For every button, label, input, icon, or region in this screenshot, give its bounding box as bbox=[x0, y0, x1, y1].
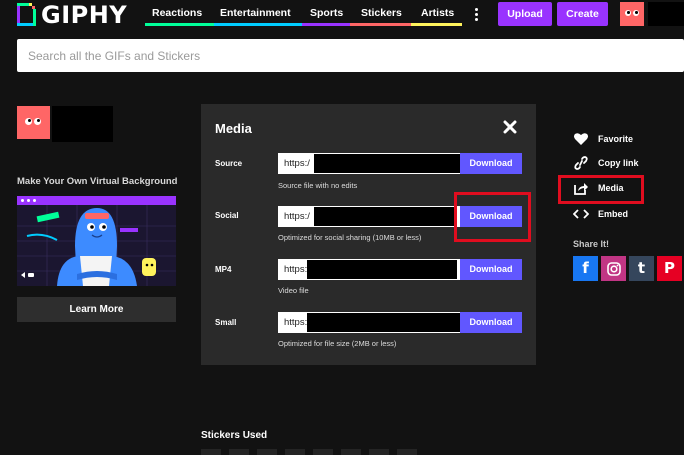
pinterest-icon[interactable]: P bbox=[657, 256, 682, 281]
avatar-eyes-icon bbox=[25, 118, 41, 125]
sticker-thumb[interactable] bbox=[285, 449, 305, 455]
favorite-action[interactable]: Favorite bbox=[573, 132, 633, 146]
facebook-icon[interactable]: f bbox=[573, 256, 598, 281]
embed-label: Embed bbox=[598, 209, 629, 219]
nav-artists-label: Artists bbox=[421, 7, 455, 19]
link-icon bbox=[574, 156, 588, 170]
nav-reactions-underline bbox=[145, 23, 214, 26]
redacted-url bbox=[314, 207, 457, 226]
search-bar[interactable] bbox=[17, 39, 684, 72]
nav-stickers[interactable]: Stickers bbox=[350, 0, 411, 26]
nav-artists[interactable]: Artists bbox=[411, 0, 462, 26]
url-prefix: https:/ bbox=[284, 158, 310, 169]
mp4-download-button[interactable]: Download bbox=[460, 259, 522, 280]
nav-stickers-underline bbox=[350, 23, 411, 26]
copy-link-action[interactable]: Copy link bbox=[573, 156, 639, 170]
promo-title: Make Your Own Virtual Background bbox=[17, 176, 178, 187]
modal-title: Media bbox=[215, 121, 252, 136]
highlight-box bbox=[454, 192, 531, 242]
redacted-url bbox=[307, 260, 457, 279]
mp4-url-field[interactable]: https: bbox=[278, 259, 460, 280]
giphy-logo[interactable]: GIPHY bbox=[17, 2, 135, 28]
sticker-thumb[interactable] bbox=[341, 449, 361, 455]
blue-creature-illustration bbox=[17, 205, 176, 286]
url-prefix: https: bbox=[284, 264, 308, 275]
learn-more-button[interactable]: Learn More bbox=[17, 297, 176, 322]
row-label-mp4: MP4 bbox=[215, 265, 232, 274]
sticker-thumb[interactable] bbox=[201, 449, 221, 455]
nav-reactions[interactable]: Reactions bbox=[145, 0, 214, 26]
sticker-thumb[interactable] bbox=[397, 449, 417, 455]
row-label-social: Social bbox=[215, 211, 239, 220]
url-prefix: https:/ bbox=[284, 211, 310, 222]
create-button[interactable]: Create bbox=[557, 2, 608, 26]
stickers-used-heading: Stickers Used bbox=[201, 430, 268, 441]
favorite-label: Favorite bbox=[598, 134, 634, 144]
close-icon[interactable] bbox=[502, 119, 518, 135]
redacted-url bbox=[307, 313, 460, 332]
code-icon bbox=[573, 209, 589, 219]
nav-artists-underline bbox=[411, 23, 462, 26]
sticker-thumb[interactable] bbox=[313, 449, 333, 455]
instagram-icon[interactable] bbox=[601, 256, 626, 281]
row-label-source: Source bbox=[215, 159, 243, 168]
giphy-logo-icon bbox=[17, 3, 36, 26]
sticker-thumb[interactable] bbox=[257, 449, 277, 455]
redacted-username bbox=[648, 2, 684, 26]
user-avatar[interactable] bbox=[17, 106, 50, 139]
mp4-description: Video file bbox=[278, 286, 309, 295]
virtual-background-image[interactable] bbox=[17, 196, 176, 286]
sticker-thumb[interactable] bbox=[369, 449, 389, 455]
upload-button[interactable]: Upload bbox=[498, 2, 552, 26]
row-label-small: Small bbox=[215, 318, 237, 327]
nav-reactions-label: Reactions bbox=[152, 7, 203, 19]
header-avatar[interactable] bbox=[620, 2, 644, 26]
nav-sports-label: Sports bbox=[310, 7, 344, 19]
instagram-glyph-icon bbox=[606, 261, 621, 276]
share-title: Share It! bbox=[573, 239, 610, 249]
copy-link-label: Copy link bbox=[598, 158, 639, 168]
small-download-button[interactable]: Download bbox=[460, 312, 522, 333]
highlight-box bbox=[558, 175, 644, 204]
top-header: GIPHY Reactions Entertainment Sports Sti… bbox=[0, 0, 684, 30]
media-modal: Media Source https:/ Download Source fil… bbox=[201, 104, 536, 365]
source-description: Source file with no edits bbox=[278, 181, 358, 190]
nav-sports[interactable]: Sports bbox=[302, 0, 350, 26]
small-description: Optimized for file size (2MB or less) bbox=[278, 339, 397, 348]
redacted-user-name bbox=[52, 106, 113, 142]
nav-stickers-label: Stickers bbox=[361, 7, 402, 19]
logo-text: GIPHY bbox=[41, 1, 128, 29]
url-prefix: https: bbox=[284, 317, 308, 328]
embed-action[interactable]: Embed bbox=[573, 207, 628, 221]
kebab-icon[interactable] bbox=[464, 3, 488, 25]
nav-entertainment-label: Entertainment bbox=[220, 7, 291, 19]
nav-entertainment[interactable]: Entertainment bbox=[214, 0, 302, 26]
social-url-field[interactable]: https:/ bbox=[278, 206, 460, 227]
social-description: Optimized for social sharing (10MB or le… bbox=[278, 233, 422, 242]
nav-sports-underline bbox=[302, 23, 350, 26]
small-url-field[interactable]: https: bbox=[278, 312, 460, 333]
avatar-eyes-icon bbox=[625, 10, 639, 16]
redacted-url bbox=[314, 154, 460, 173]
source-download-button[interactable]: Download bbox=[460, 153, 522, 174]
heart-icon bbox=[574, 133, 588, 145]
sticker-thumb[interactable] bbox=[229, 449, 249, 455]
search-input[interactable] bbox=[17, 39, 684, 72]
tumblr-icon[interactable]: t bbox=[629, 256, 654, 281]
source-url-field[interactable]: https:/ bbox=[278, 153, 460, 174]
nav-entertainment-underline bbox=[214, 23, 302, 26]
